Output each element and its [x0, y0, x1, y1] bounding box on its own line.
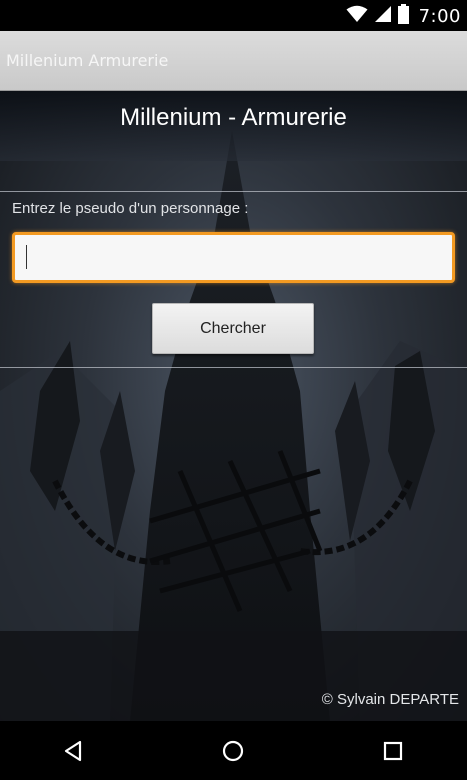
main-content: Millenium - Armurerie Entrez le pseudo d…	[0, 91, 467, 721]
pseudo-input[interactable]	[12, 232, 455, 283]
status-bar: 7:00	[0, 0, 467, 31]
pseudo-label: Entrez le pseudo d'un personnage :	[12, 200, 249, 217]
navigation-bar	[0, 721, 467, 780]
background-artwork	[0, 131, 467, 721]
bottom-divider	[0, 367, 467, 368]
copyright-text: © Sylvain DEPARTE	[321, 691, 459, 708]
action-bar: Millenium Armurerie	[0, 31, 467, 91]
action-bar-title: Millenium Armurerie	[6, 51, 169, 70]
recents-icon[interactable]	[377, 735, 409, 767]
wifi-icon	[346, 5, 368, 27]
back-icon[interactable]	[57, 735, 89, 767]
home-icon[interactable]	[217, 735, 249, 767]
status-icons: 7:00	[346, 4, 461, 28]
battery-icon	[397, 4, 409, 28]
search-button[interactable]: Chercher	[152, 303, 314, 354]
text-cursor	[26, 245, 27, 269]
top-divider	[0, 191, 467, 192]
status-time: 7:00	[418, 5, 461, 27]
page-title: Millenium - Armurerie	[120, 104, 347, 131]
cell-signal-icon	[374, 5, 392, 27]
